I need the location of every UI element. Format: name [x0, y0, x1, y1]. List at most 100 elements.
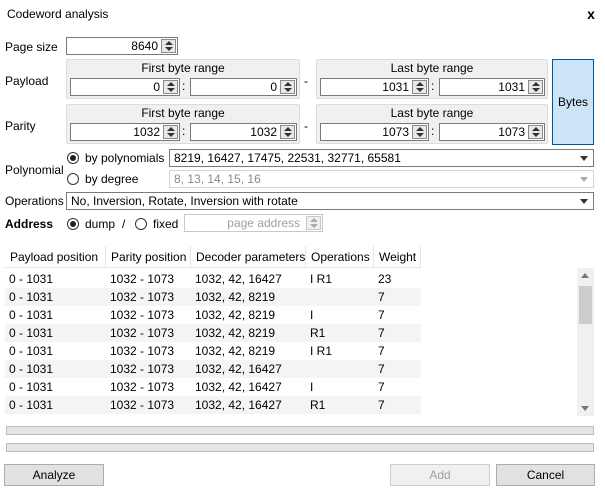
chevron-down-icon — [580, 199, 588, 204]
table-cell: 0 - 1031 — [9, 308, 54, 322]
table-body: 0 - 1031 1032 - 1073 1032, 42, 16427 I R1 23… — [5, 270, 421, 414]
fixed-label: fixed — [153, 217, 179, 231]
table-cell: 7 — [378, 308, 385, 322]
payload-first-from-stepper[interactable]: 0 — [70, 78, 180, 96]
parity-last-from-stepper[interactable]: 1073 — [320, 123, 429, 141]
page-size-label: Page size — [5, 40, 58, 54]
cancel-button[interactable]: Cancel — [496, 464, 595, 486]
page-address-placeholder: page address — [227, 216, 300, 230]
table-cell: 7 — [378, 362, 385, 376]
table-cell: 1032 - 1073 — [110, 308, 175, 322]
parity-last-from-value: 1073 — [382, 125, 409, 139]
spin-arrows-icon[interactable] — [528, 80, 543, 94]
col-parity-position[interactable]: Parity position — [106, 246, 191, 268]
table-row[interactable]: 0 - 1031 1032 - 1073 1032, 42, 8219 7 — [5, 288, 421, 306]
by-polynomials-label: by polynomials — [85, 151, 165, 165]
table-cell — [306, 288, 374, 306]
payload-first-to-stepper[interactable]: 0 — [190, 78, 297, 96]
table-row[interactable]: 0 - 1031 1032 - 1073 1032, 42, 8219 I 7 — [5, 306, 421, 324]
payload-last-from-stepper[interactable]: 1031 — [320, 78, 429, 96]
col-weight[interactable]: Weight — [374, 246, 421, 268]
dump-radio[interactable] — [67, 218, 79, 230]
table-header: Payload position Parity position Decoder… — [5, 246, 421, 268]
operations-combo-value: No, Inversion, Rotate, Inversion with ro… — [71, 194, 298, 208]
progress-bar — [6, 426, 594, 435]
table-row[interactable]: 0 - 1031 1032 - 1073 1032, 42, 8219 I R1 7 — [5, 342, 421, 360]
table-cell: 1032 - 1073 — [110, 272, 175, 286]
parity-label: Parity — [5, 119, 36, 133]
bytes-button[interactable]: Bytes — [552, 59, 594, 145]
spin-arrows-icon[interactable] — [280, 80, 295, 94]
parity-first-to-value: 1032 — [250, 125, 277, 139]
spin-arrows-icon[interactable] — [528, 125, 543, 139]
table-cell: R1 — [310, 398, 326, 412]
chevron-down-icon — [580, 156, 588, 161]
spin-arrows-icon[interactable] — [280, 125, 295, 139]
status-bar — [6, 443, 594, 452]
dump-label: dump — [85, 217, 116, 231]
parity-last-to-stepper[interactable]: 1073 — [439, 123, 545, 141]
scroll-up-icon[interactable] — [581, 273, 589, 278]
chevron-down-icon — [580, 177, 588, 182]
table-cell: 1032, 42, 8219 — [195, 344, 276, 358]
table-row[interactable]: 0 - 1031 1032 - 1073 1032, 42, 16427 R1 7 — [5, 396, 421, 414]
dash-separator: - — [304, 119, 308, 133]
parity-first-from-value: 1032 — [133, 125, 160, 139]
spin-arrows-icon[interactable] — [306, 216, 321, 230]
table-cell: 0 - 1031 — [9, 326, 54, 340]
payload-first-to-value: 0 — [270, 80, 277, 94]
spin-arrows-icon[interactable] — [412, 125, 427, 139]
analyze-button[interactable]: Analyze — [4, 464, 104, 486]
parity-first-to-stepper[interactable]: 1032 — [190, 123, 297, 141]
table-cell: 23 — [378, 272, 392, 286]
table-cell: 0 - 1031 — [9, 362, 54, 376]
table-cell: 1032, 42, 8219 — [195, 290, 276, 304]
payload-first-range-title: First byte range — [141, 61, 225, 75]
payload-first-from-value: 0 — [153, 80, 160, 94]
spin-arrows-icon[interactable] — [163, 80, 178, 94]
table-cell: 7 — [378, 344, 385, 358]
colon-separator: : — [431, 79, 435, 93]
spin-arrows-icon[interactable] — [412, 80, 427, 94]
table-cell: 1032, 42, 16427 — [195, 398, 282, 412]
parity-first-from-stepper[interactable]: 1032 — [70, 123, 180, 141]
results-table: Payload position Parity position Decoder… — [5, 246, 594, 416]
polynomials-combo-value: 8219, 16427, 17475, 22531, 32771, 65581 — [174, 151, 401, 165]
table-row[interactable]: 0 - 1031 1032 - 1073 1032, 42, 16427 7 — [5, 360, 421, 378]
scroll-thumb[interactable] — [579, 286, 592, 324]
table-cell: 1032 - 1073 — [110, 290, 175, 304]
by-polynomials-radio[interactable] — [67, 152, 79, 164]
operations-combo[interactable]: No, Inversion, Rotate, Inversion with ro… — [66, 192, 594, 210]
payload-last-to-stepper[interactable]: 1031 — [439, 78, 545, 96]
page-address-input[interactable]: page address — [184, 214, 323, 232]
table-cell: 0 - 1031 — [9, 272, 54, 286]
fixed-radio[interactable] — [135, 218, 147, 230]
col-decoder-parameters[interactable]: Decoder parameters — [191, 246, 306, 268]
scroll-down-icon[interactable] — [581, 406, 589, 411]
table-row[interactable]: 0 - 1031 1032 - 1073 1032, 42, 16427 I 7 — [5, 378, 421, 396]
payload-label: Payload — [5, 74, 49, 88]
table-cell: 0 - 1031 — [9, 398, 54, 412]
table-cell: I — [310, 308, 314, 322]
degree-combo-value: 8, 13, 14, 15, 16 — [174, 172, 261, 186]
col-operations[interactable]: Operations — [306, 246, 374, 268]
col-payload-position[interactable]: Payload position — [5, 246, 106, 268]
degree-combo[interactable]: 8, 13, 14, 15, 16 — [169, 170, 594, 188]
payload-last-range-title: Last byte range — [390, 61, 474, 75]
table-row[interactable]: 0 - 1031 1032 - 1073 1032, 42, 8219 R1 7 — [5, 324, 421, 342]
add-button[interactable]: Add — [390, 464, 490, 486]
table-cell: 7 — [378, 290, 385, 304]
table-cell: 0 - 1031 — [9, 290, 54, 304]
page-size-stepper[interactable]: 8640 — [66, 37, 178, 55]
spin-arrows-icon[interactable] — [161, 39, 176, 53]
close-icon[interactable]: x — [584, 6, 598, 22]
table-vertical-scrollbar[interactable] — [577, 268, 594, 416]
colon-separator: : — [182, 124, 186, 138]
polynomials-combo[interactable]: 8219, 16427, 17475, 22531, 32771, 65581 — [169, 149, 594, 167]
table-row[interactable]: 0 - 1031 1032 - 1073 1032, 42, 16427 I R1 23 — [5, 270, 421, 288]
by-degree-radio[interactable] — [67, 173, 79, 185]
address-slash: / — [122, 217, 126, 231]
spin-arrows-icon[interactable] — [163, 125, 178, 139]
table-cell: 7 — [378, 326, 385, 340]
table-cell: 0 - 1031 — [9, 380, 54, 394]
